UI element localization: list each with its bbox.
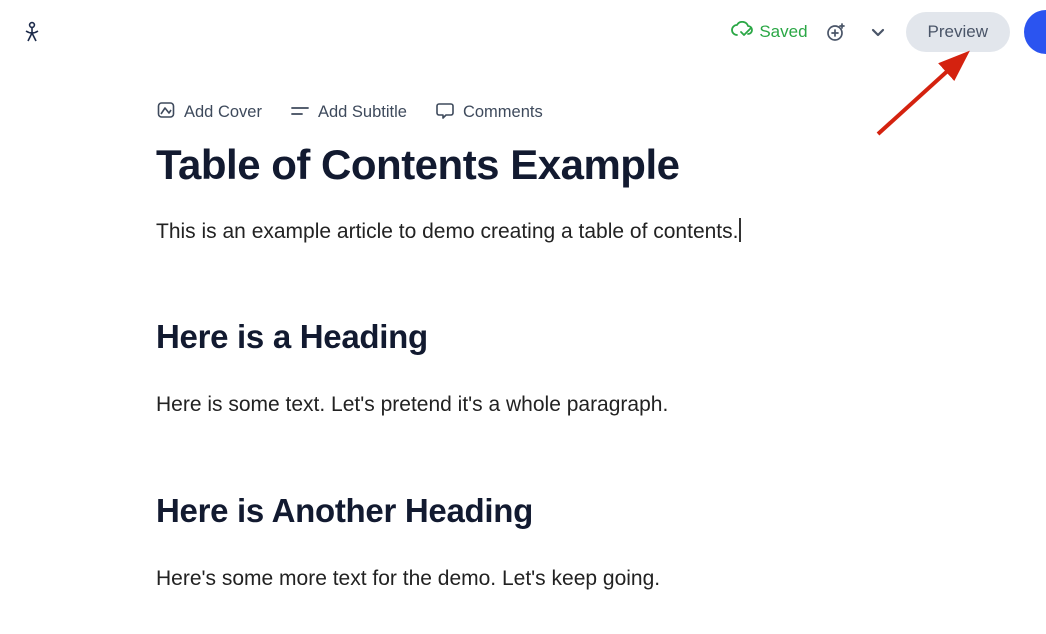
person-logo-icon[interactable]: [22, 21, 42, 43]
comments-label: Comments: [463, 103, 543, 122]
logo-area: [22, 21, 42, 43]
section-heading[interactable]: Here is a Heading: [156, 318, 986, 356]
saved-label: Saved: [759, 22, 807, 42]
preview-button[interactable]: Preview: [906, 12, 1010, 52]
image-icon: [156, 100, 176, 125]
meta-actions: Add Cover Add Subtitle Comments: [156, 100, 986, 125]
document-title[interactable]: Table of Contents Example: [156, 141, 986, 189]
comments-button[interactable]: Comments: [435, 100, 543, 125]
preview-label: Preview: [928, 22, 988, 41]
document-content: Add Cover Add Subtitle Comments Table of…: [0, 100, 1046, 593]
add-subtitle-label: Add Subtitle: [318, 103, 407, 122]
section-heading[interactable]: Here is Another Heading: [156, 492, 986, 530]
section-body[interactable]: Here is some text. Let's pretend it's a …: [156, 390, 986, 419]
topbar: Saved Preview: [0, 0, 1046, 64]
topbar-actions: Saved Preview: [731, 10, 1046, 54]
subtitle-icon: [290, 103, 310, 122]
add-sparkle-icon[interactable]: [822, 18, 850, 46]
add-subtitle-button[interactable]: Add Subtitle: [290, 103, 407, 122]
section-body[interactable]: Here's some more text for the demo. Let'…: [156, 564, 986, 593]
comment-icon: [435, 100, 455, 125]
intro-paragraph[interactable]: This is an example article to demo creat…: [156, 217, 986, 246]
chevron-down-icon[interactable]: [864, 18, 892, 46]
avatar[interactable]: [1024, 10, 1046, 54]
add-cover-label: Add Cover: [184, 103, 262, 122]
cloud-check-icon: [731, 21, 753, 44]
add-cover-button[interactable]: Add Cover: [156, 100, 262, 125]
saved-status: Saved: [731, 21, 807, 44]
